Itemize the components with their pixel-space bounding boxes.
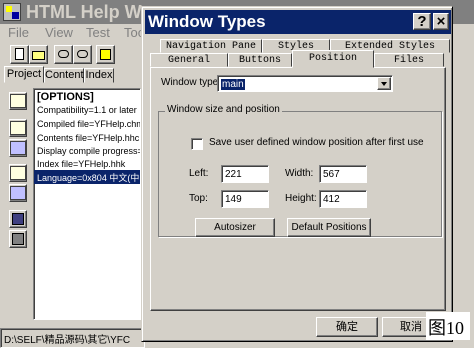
save-position-checkbox[interactable] xyxy=(191,138,203,150)
tab-position-label: Position xyxy=(308,53,357,64)
project-list[interactable]: [OPTIONS] Compatibility=1.1 or later Com… xyxy=(33,88,141,320)
default-positions-button-label: Default Positions xyxy=(291,222,367,233)
tab-navigation-pane-label: Navigation Pane xyxy=(165,41,256,52)
list-item-selected-label: Language=0x804 中文(中国 xyxy=(37,173,141,183)
add-file-icon[interactable] xyxy=(9,164,27,182)
tab-general[interactable]: General xyxy=(150,53,228,67)
tab-index[interactable]: Index xyxy=(84,68,114,83)
top-field[interactable]: 149 xyxy=(221,190,269,208)
dialog-title: Window Types xyxy=(148,12,266,31)
save-icon[interactable] xyxy=(9,210,27,228)
compare-icon[interactable] xyxy=(73,45,92,64)
tab-contents[interactable]: Contents xyxy=(44,68,89,83)
close-icon: × xyxy=(436,13,446,30)
tab-contents-label: Contents xyxy=(45,69,90,81)
side-toolbar xyxy=(4,86,30,326)
tab-index-label: Index xyxy=(85,69,113,81)
cancel-button-label: 取消 xyxy=(400,321,422,333)
help-button-label: ? xyxy=(417,13,427,30)
ok-button[interactable]: 确定 xyxy=(316,317,378,337)
app-icon xyxy=(3,3,21,21)
status-text: D:\SELF\精品源码\其它\YFC xyxy=(4,335,131,346)
figure-caption-text: 图10 xyxy=(428,318,464,338)
toolbar xyxy=(0,43,145,65)
tab-navigation-pane[interactable]: Navigation Pane xyxy=(160,39,262,53)
group-title: Window size and position xyxy=(165,104,282,115)
menu-view[interactable]: View xyxy=(45,25,73,40)
list-item[interactable]: Display compile progress=N xyxy=(37,146,140,156)
tab-files[interactable]: Files xyxy=(374,53,444,67)
tab-project-label: Project xyxy=(6,68,42,80)
open-folder-icon[interactable] xyxy=(29,45,48,64)
list-item[interactable]: Index file=YFHelp.hhk xyxy=(37,159,125,169)
height-label: Height: xyxy=(285,193,317,204)
width-label: Width: xyxy=(285,168,314,179)
width-value: 567 xyxy=(323,169,340,180)
list-item[interactable]: Contents file=YFHelp.hhc xyxy=(37,133,139,143)
height-value: 412 xyxy=(323,194,340,205)
window-definitions-icon[interactable] xyxy=(9,139,27,157)
new-file-icon[interactable] xyxy=(10,45,29,64)
tab-general-label: General xyxy=(167,55,210,66)
status-bar: D:\SELF\精品源码\其它\YFC xyxy=(0,328,145,348)
tab-buttons-label: Buttons xyxy=(238,55,281,66)
chevron-down-icon[interactable] xyxy=(377,77,391,90)
window-size-group: Window size and position Save user defin… xyxy=(158,104,442,237)
window-types-dialog: Window Types ? × Navigation Pane Styles … xyxy=(141,6,453,342)
menu-test[interactable]: Test xyxy=(86,25,110,40)
tab-buttons[interactable]: Buttons xyxy=(228,53,292,67)
autosizer-button-label: Autosizer xyxy=(214,222,256,233)
list-item[interactable]: Compatibility=1.1 or later xyxy=(37,105,137,115)
help-button[interactable]: ? xyxy=(413,13,431,30)
ok-button-label: 确定 xyxy=(336,321,358,333)
add-modify-window-icon[interactable] xyxy=(9,119,27,137)
menu-file[interactable]: File xyxy=(8,25,29,40)
list-item-selected[interactable]: Language=0x804 中文(中国 xyxy=(34,170,141,184)
window-type-select[interactable]: main xyxy=(217,75,393,92)
dialog-title-bar[interactable]: Window Types ? × xyxy=(145,10,451,34)
autosizer-button[interactable]: Autosizer xyxy=(195,218,275,237)
add-modify-options-icon[interactable] xyxy=(9,92,27,110)
mapping-icon[interactable] xyxy=(9,184,27,202)
save-position-label[interactable]: Save user defined window position after … xyxy=(209,137,424,148)
window-type-value: main xyxy=(221,79,245,90)
left-value: 221 xyxy=(225,169,242,180)
height-field[interactable]: 412 xyxy=(319,190,367,208)
tab-position[interactable]: Position xyxy=(292,50,374,68)
width-field[interactable]: 567 xyxy=(319,165,367,183)
top-label: Top: xyxy=(189,193,208,204)
list-item[interactable]: [OPTIONS] xyxy=(37,91,94,103)
default-positions-button[interactable]: Default Positions xyxy=(287,218,371,237)
main-window-title: HTML Help Wo xyxy=(26,2,153,22)
figure-caption: 图10 xyxy=(426,312,470,340)
compile-icon[interactable] xyxy=(9,230,27,248)
top-value: 149 xyxy=(225,194,242,205)
list-item[interactable]: Compiled file=YFHelp.chm xyxy=(37,119,140,129)
menu-bar: File View Test Too xyxy=(0,24,145,42)
position-tab-panel: Window type: main Window size and positi… xyxy=(150,67,446,311)
tab-project[interactable]: Project xyxy=(4,66,44,83)
left-label: Left: xyxy=(189,168,209,179)
close-button[interactable]: × xyxy=(433,13,449,30)
left-field[interactable]: 221 xyxy=(221,165,269,183)
view-icon[interactable] xyxy=(54,45,73,64)
tab-files-label: Files xyxy=(393,55,424,66)
window-type-label: Window type: xyxy=(161,77,222,88)
help-icon[interactable] xyxy=(96,45,115,64)
